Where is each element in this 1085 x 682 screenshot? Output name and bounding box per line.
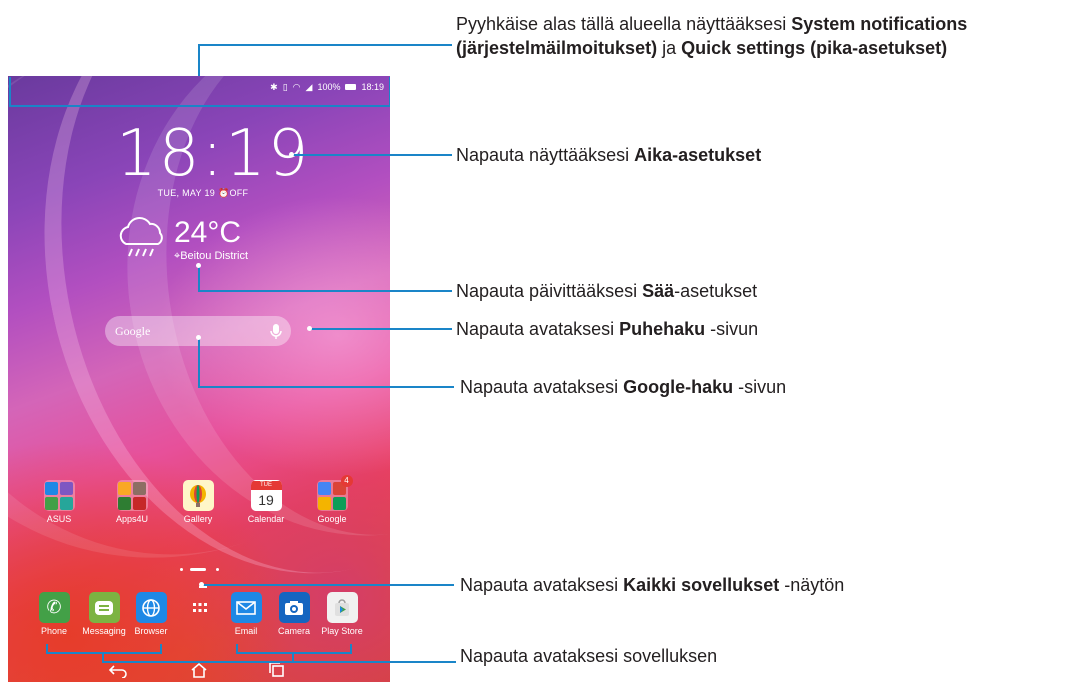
app-phone[interactable]: ✆ Phone	[26, 592, 82, 636]
notification-badge: 4	[340, 475, 353, 487]
callout-dot-google	[196, 335, 201, 340]
callout-weather: Napauta päivittääksesi Sää-asetukset	[456, 279, 757, 303]
callout-line-notifications-drop	[198, 44, 200, 76]
app-gallery[interactable]: Gallery	[170, 480, 226, 524]
globe-icon	[135, 592, 167, 623]
clock-widget[interactable]: 18:19	[116, 122, 308, 186]
callout-bold: Sää	[642, 281, 675, 301]
callout-bold: Aika-asetukset	[634, 145, 762, 165]
calendar-day-name: TUE	[250, 481, 282, 490]
callout-bold: Google-haku	[623, 377, 734, 397]
callout-line-google	[198, 386, 454, 388]
callout-bold: Quick settings (pika-asetukset)	[681, 38, 948, 58]
alarm-status: OFF	[229, 188, 249, 198]
callout-text: Napauta avataksesi	[456, 319, 620, 339]
callout-line-open-app-right	[292, 652, 294, 661]
callout-text: -näytön	[779, 575, 845, 595]
callout-bold: System notifications	[791, 14, 968, 34]
dock-right-bracket	[236, 644, 352, 654]
callout-dot-time	[289, 152, 294, 157]
callout-line-open-app	[102, 661, 456, 663]
weather-temperature[interactable]: 24°C	[174, 216, 241, 250]
callout-bold: Kaikki sovellukset	[623, 575, 780, 595]
callout-time-settings: Napauta näyttääksesi Aika-asetukset	[456, 143, 761, 167]
messaging-icon	[88, 592, 120, 623]
callout-bold: Puhehaku	[619, 319, 706, 339]
callout-voice-search: Napauta avataksesi Puhehaku -sivun	[456, 317, 758, 341]
google-folder-icon: 4	[316, 475, 353, 511]
home-icon[interactable]	[189, 662, 209, 678]
calendar-icon: TUE 19	[250, 480, 282, 511]
calendar-day-number: 19	[258, 492, 274, 508]
email-icon	[230, 592, 262, 623]
gallery-icon	[182, 480, 214, 511]
callout-open-app: Napauta avataksesi sovelluksen	[460, 644, 717, 668]
callout-dot-weather	[196, 263, 201, 268]
play-store-icon	[326, 592, 358, 623]
app-label: Calendar	[247, 514, 285, 524]
app-google[interactable]: 4 Google	[304, 475, 360, 524]
app-label: ASUS	[46, 514, 72, 524]
location-text: Beitou District	[180, 250, 249, 262]
callout-text: -sivun	[705, 319, 759, 339]
callout-line-time	[292, 154, 452, 156]
callout-text: Napauta näyttääksesi	[456, 145, 635, 165]
app-label: Apps4U	[115, 514, 149, 524]
callout-text: Napauta avataksesi	[460, 377, 624, 397]
callout-bold: (järjestelmäilmoitukset)	[456, 38, 658, 58]
callout-line-google-drop	[198, 338, 200, 386]
callout-line-all-apps	[202, 584, 454, 586]
camera-icon	[278, 592, 310, 623]
search-placeholder: Google	[115, 324, 151, 338]
apps4u-folder-icon	[116, 480, 148, 511]
app-label: Browser	[134, 626, 168, 636]
date-line: TUE, MAY 19 ⏰OFF	[148, 188, 258, 199]
all-apps-grid-icon	[185, 592, 216, 623]
microphone-icon[interactable]	[269, 323, 283, 340]
asus-folder-icon	[43, 480, 75, 511]
app-label: Phone	[40, 626, 68, 636]
rain-cloud-icon[interactable]	[112, 214, 172, 262]
callout-dot-all-apps	[199, 582, 204, 587]
page-indicator	[180, 566, 240, 572]
callout-line-weather-drop	[198, 266, 200, 290]
callout-line-weather	[198, 290, 452, 292]
date-text: TUE, MAY 19	[157, 188, 216, 198]
app-asus[interactable]: ASUS	[31, 480, 87, 524]
callout-line-notifications	[198, 44, 452, 46]
app-label: Google	[317, 514, 347, 524]
app-label: Play Store	[321, 626, 363, 636]
app-label: Gallery	[183, 514, 213, 524]
alarm-icon: ⏰	[217, 188, 230, 198]
app-browser[interactable]: Browser	[123, 592, 179, 636]
recent-apps-icon[interactable]	[267, 662, 287, 678]
callout-text: -sivun	[733, 377, 787, 397]
app-apps4u[interactable]: Apps4U	[104, 480, 160, 524]
callout-text: Napauta päivittääksesi	[456, 281, 643, 301]
callout-line-open-app-left	[102, 652, 104, 661]
app-label: Messaging	[82, 626, 126, 636]
weather-location[interactable]: ⌖Beitou District	[174, 250, 248, 263]
callout-google-search: Napauta avataksesi Google-haku -sivun	[460, 375, 786, 399]
dock-left-bracket	[46, 644, 162, 654]
notification-area-bracket	[9, 77, 390, 107]
callout-text: Napauta avataksesi	[460, 575, 624, 595]
callout-all-apps: Napauta avataksesi Kaikki sovellukset -n…	[460, 573, 844, 597]
callout-notifications: Pyyhkäise alas tällä alueella näyttääkse…	[456, 12, 967, 60]
callout-text: -asetukset	[674, 281, 758, 301]
callout-text: Napauta avataksesi sovelluksen	[460, 646, 718, 666]
app-play-store[interactable]: Play Store	[314, 592, 370, 636]
callout-text: ja	[657, 38, 682, 58]
callout-dot-voice	[307, 326, 312, 331]
callout-text: Pyyhkäise alas tällä alueella näyttääkse…	[456, 14, 792, 34]
app-calendar[interactable]: TUE 19 Calendar	[238, 480, 294, 524]
phone-icon: ✆	[38, 592, 70, 623]
back-icon[interactable]	[108, 662, 128, 678]
callout-line-voice	[310, 328, 452, 330]
